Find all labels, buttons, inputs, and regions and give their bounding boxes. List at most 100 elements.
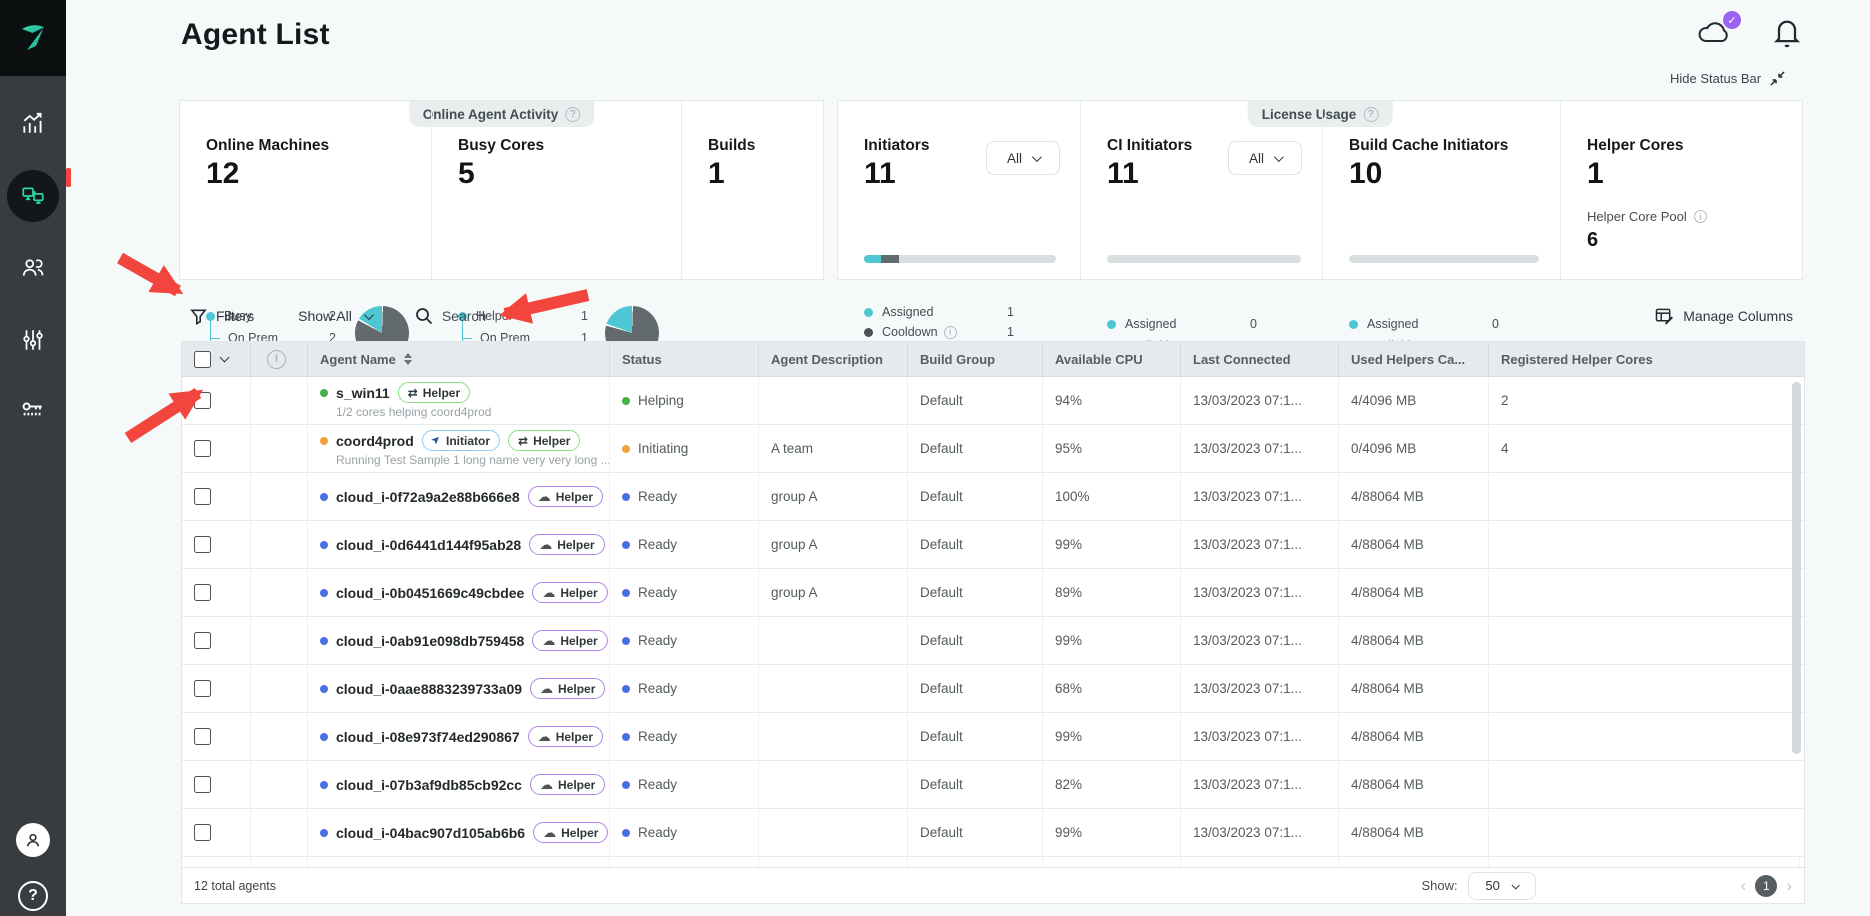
- table-row-cloud_i-0ab91e098db759458[interactable]: cloud_i-0ab91e098db759458☁HelperReadyDef…: [182, 617, 1804, 665]
- row-checkbox[interactable]: [194, 440, 211, 457]
- sidebar-item-users[interactable]: [0, 240, 66, 296]
- agent-name[interactable]: cloud_i-0b0451669c49cbdee: [336, 585, 524, 601]
- row-checkbox[interactable]: [194, 584, 211, 601]
- table-row-s_win11[interactable]: s_win11⇄Helper1/2 cores helping coord4pr…: [182, 377, 1804, 425]
- agent-status-dot: [320, 685, 328, 693]
- table-row-cloud_i-0aae8883239733a09[interactable]: cloud_i-0aae8883239733a09☁HelperReadyDef…: [182, 665, 1804, 713]
- initiators-filter-dropdown[interactable]: All: [986, 141, 1060, 175]
- show-all-dropdown[interactable]: Show All: [298, 308, 371, 324]
- manage-columns-button[interactable]: Manage Columns: [1655, 308, 1793, 325]
- select-all-checkbox[interactable]: [194, 351, 211, 368]
- online-machines-section: Online Machines 12 Busy2 On Prem2 Cloudi…: [180, 101, 432, 279]
- row-checkbox[interactable]: [194, 824, 211, 841]
- header-agent-description[interactable]: Agent Description: [759, 342, 908, 376]
- header-agent-name[interactable]: Agent Name: [308, 342, 610, 376]
- search-button[interactable]: Search: [415, 307, 486, 325]
- table-vertical-scrollbar[interactable]: [1792, 382, 1801, 754]
- filters-button[interactable]: Filters: [190, 308, 254, 325]
- agent-badge-cloud_helper: ☁Helper: [528, 486, 603, 507]
- agent-name[interactable]: cloud_i-0aae8883239733a09: [336, 681, 522, 697]
- sort-icon[interactable]: [404, 353, 412, 365]
- cell-checkbox: [182, 425, 251, 472]
- next-page-button[interactable]: ›: [1786, 877, 1792, 894]
- header-last-connected[interactable]: Last Connected: [1181, 342, 1339, 376]
- agent-name[interactable]: cloud_i-0ab91e098db759458: [336, 633, 524, 649]
- cell-used-helpers: 4/4096 MB: [1339, 377, 1489, 424]
- table-row-cloud_i-0d6441d144f95ab28[interactable]: cloud_i-0d6441d144f95ab28☁HelperReadygro…: [182, 521, 1804, 569]
- cell-status: Ready: [610, 521, 759, 568]
- annotation-arrow-filters: [120, 258, 178, 291]
- cell-status: Ready: [610, 473, 759, 520]
- sidebar-item-settings[interactable]: [0, 312, 66, 368]
- table-row-cloud_i-0f72a9a2e88b666e8[interactable]: cloud_i-0f72a9a2e88b666e8☁HelperReadygro…: [182, 473, 1804, 521]
- cloud_helper-icon: ☁: [540, 778, 553, 791]
- agent-name[interactable]: coord4prod: [336, 433, 414, 449]
- agent-badge-cloud_helper: ☁Helper: [530, 678, 605, 699]
- row-checkbox[interactable]: [194, 392, 211, 409]
- agent-name[interactable]: cloud_i-08e973f74ed290867: [336, 729, 520, 745]
- cell-agent-name: cloud_i-04bac907d105ab6b6 ☁Helper: [308, 809, 610, 856]
- section-title: Builds: [708, 137, 755, 155]
- cell-registered-helper-cores: [1489, 713, 1800, 760]
- manage-columns-icon: [1655, 308, 1674, 325]
- sidebar-item-profile[interactable]: [0, 812, 66, 868]
- section-value: 1: [1587, 157, 1604, 191]
- cell-alert: [251, 713, 308, 760]
- header-registered-helper-cores[interactable]: Registered Helper Cores: [1489, 342, 1800, 376]
- sidebar-item-analytics[interactable]: [0, 95, 66, 151]
- collapse-icon: [1769, 70, 1786, 87]
- hide-status-bar-button[interactable]: Hide Status Bar: [1670, 70, 1786, 87]
- notifications-button[interactable]: [1773, 16, 1801, 53]
- table-row-cloud_i-0b0451669c49cbdee[interactable]: cloud_i-0b0451669c49cbdee☁HelperReadygro…: [182, 569, 1804, 617]
- page-title: Agent List: [181, 18, 330, 52]
- agent-badge-cloud_helper: ☁Helper: [533, 822, 608, 843]
- cell-used-helpers: 0/4096 MB: [1339, 425, 1489, 472]
- prev-page-button[interactable]: ‹: [1741, 877, 1747, 894]
- ci-initiators-usage-bar: [1107, 255, 1301, 263]
- cell-available-cpu: 89%: [1043, 569, 1181, 616]
- select-menu-chevron-icon[interactable]: [220, 353, 230, 363]
- page-size-dropdown[interactable]: 50: [1468, 872, 1536, 900]
- agent-name[interactable]: cloud_i-0f72a9a2e88b666e8: [336, 489, 520, 505]
- cell-checkbox: [182, 521, 251, 568]
- agent-name[interactable]: cloud_i-04bac907d105ab6b6: [336, 825, 525, 841]
- cell-status: Ready: [610, 809, 759, 856]
- section-title: Build Cache Initiators: [1349, 137, 1508, 155]
- cloud-status-button[interactable]: ✓: [1695, 16, 1735, 53]
- ci-initiators-filter-dropdown[interactable]: All: [1228, 141, 1302, 175]
- users-icon: [20, 255, 46, 281]
- row-checkbox[interactable]: [194, 536, 211, 553]
- helper-icon: ⇄: [518, 435, 528, 447]
- header-build-group[interactable]: Build Group: [908, 342, 1043, 376]
- cell-description: A team: [759, 425, 908, 472]
- cell-build-group: Default: [908, 425, 1043, 472]
- sidebar-item-license[interactable]: [0, 382, 66, 438]
- table-row-cloud_i-07b3af9db85cb92cc[interactable]: cloud_i-07b3af9db85cb92cc☁HelperReadyDef…: [182, 761, 1804, 809]
- cell-agent-name: coord4prod➤Initiator⇄HelperRunning Test …: [308, 425, 610, 472]
- current-page: 1: [1755, 875, 1777, 897]
- table-row-cloud_i-08e973f74ed290867[interactable]: cloud_i-08e973f74ed290867☁HelperReadyDef…: [182, 713, 1804, 761]
- agent-name[interactable]: s_win11: [336, 385, 390, 401]
- header-status[interactable]: Status: [610, 342, 759, 376]
- cell-available-cpu: 99%: [1043, 617, 1181, 664]
- row-checkbox[interactable]: [194, 632, 211, 649]
- cell-agent-name: s_win11⇄Helper1/2 cores helping coord4pr…: [308, 377, 610, 424]
- app-logo[interactable]: [0, 0, 66, 76]
- sidebar-item-agents[interactable]: [0, 168, 66, 224]
- filter-funnel-icon: [190, 308, 207, 325]
- cell-build-group: Default: [908, 569, 1043, 616]
- row-checkbox[interactable]: [194, 680, 211, 697]
- status-label: Ready: [638, 585, 677, 600]
- row-checkbox[interactable]: [194, 776, 211, 793]
- row-checkbox[interactable]: [194, 728, 211, 745]
- header-used-helpers[interactable]: Used Helpers Ca...: [1339, 342, 1489, 376]
- agent-name[interactable]: cloud_i-07b3af9db85cb92cc: [336, 777, 522, 793]
- cell-alert: [251, 617, 308, 664]
- table-row-coord4prod[interactable]: coord4prod➤Initiator⇄HelperRunning Test …: [182, 425, 1804, 473]
- sidebar-item-help[interactable]: ?: [0, 868, 66, 916]
- header-available-cpu[interactable]: Available CPU: [1043, 342, 1181, 376]
- table-row-cloud_i-04bac907d105ab6b6[interactable]: cloud_i-04bac907d105ab6b6☁HelperReadyDef…: [182, 809, 1804, 857]
- row-checkbox[interactable]: [194, 488, 211, 505]
- agent-name[interactable]: cloud_i-0d6441d144f95ab28: [336, 537, 521, 553]
- cell-used-helpers: 4/88064 MB: [1339, 665, 1489, 712]
